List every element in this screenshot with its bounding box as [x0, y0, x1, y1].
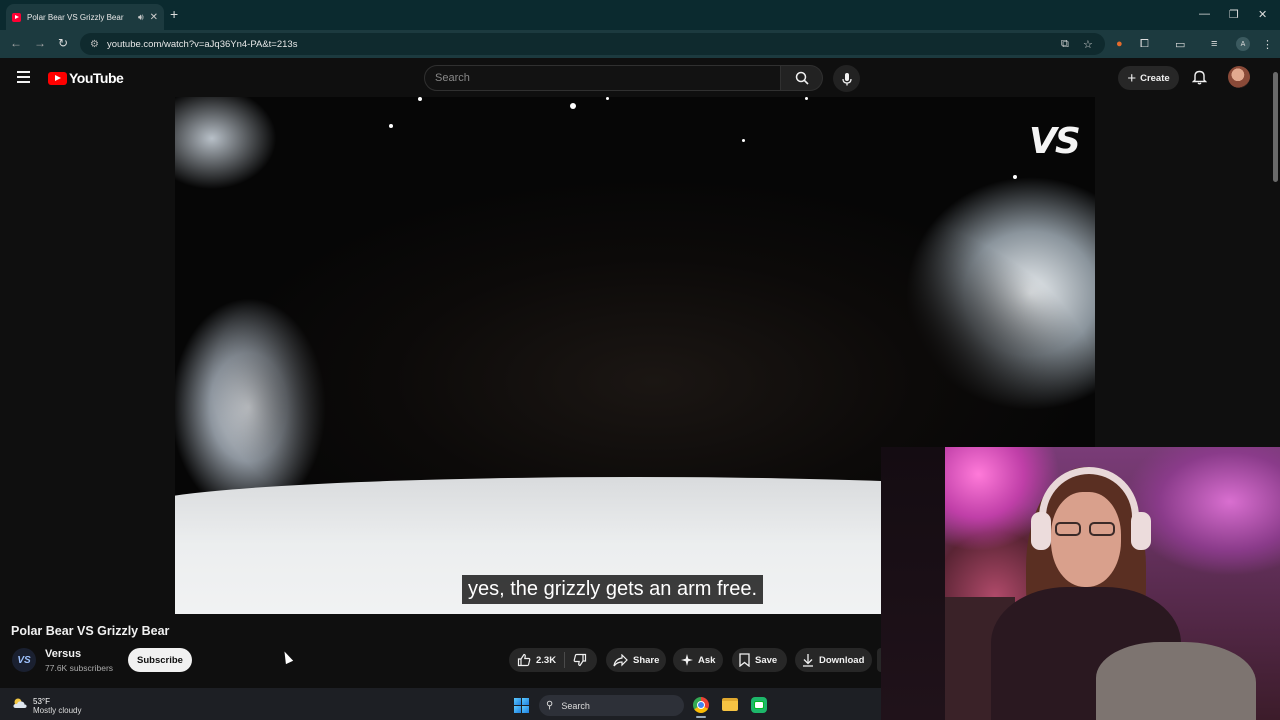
weather-description[interactable]: Mostly cloudy: [33, 706, 81, 715]
mouse-cursor-icon: [280, 649, 294, 665]
bookmark-star-icon[interactable]: ☆: [1083, 38, 1093, 51]
download-button[interactable]: Download: [795, 648, 872, 672]
youtube-header: YouTube Search + Create: [0, 58, 1280, 98]
save-label: Save: [755, 654, 778, 666]
create-label: Create: [1140, 72, 1170, 84]
taskbar-search[interactable]: ⚲ Search: [539, 695, 684, 716]
streaming-app-icon[interactable]: [751, 697, 767, 713]
profile-avatar[interactable]: A: [1236, 37, 1250, 51]
address-bar[interactable]: ⚙︎ youtube.com/watch?v=aJq36Yn4-PA&t=213…: [80, 33, 1105, 55]
video-caption: yes, the grizzly gets an arm free.: [462, 575, 764, 604]
snowflake: [606, 97, 609, 100]
browser-tab[interactable]: Polar Bear VS Grizzly Bear 🔊︎ ✕: [6, 4, 164, 30]
like-dislike-group: 2.3K: [509, 648, 597, 672]
browser-toolbar: ← → ↻ ⚙︎ youtube.com/watch?v=aJq36Yn4-PA…: [0, 30, 1280, 58]
ask-label: Ask: [698, 654, 716, 666]
tab-audio-icon[interactable]: 🔊︎: [138, 12, 144, 23]
minimize-icon[interactable]: —: [1199, 8, 1210, 20]
back-icon[interactable]: ←: [10, 36, 22, 50]
secondary-column: [1095, 97, 1270, 447]
site-info-icon[interactable]: ⚙︎: [90, 39, 99, 50]
subscriber-count: 77.6K subscribers: [45, 663, 114, 673]
chrome-menu-icon[interactable]: ⋮: [1262, 38, 1273, 51]
media-controls-icon[interactable]: ≡: [1211, 38, 1217, 50]
snowflake: [805, 97, 808, 100]
snowflake: [389, 124, 393, 128]
close-window-icon[interactable]: ✕: [1258, 8, 1267, 21]
streamer-webcam: [881, 447, 1280, 720]
new-tab-icon[interactable]: +: [170, 6, 178, 22]
voice-search-button[interactable]: [833, 65, 860, 92]
thumbs-down-icon[interactable]: [573, 653, 587, 667]
bookmark-icon: [739, 653, 750, 667]
tab-close-icon[interactable]: ✕: [150, 12, 158, 23]
tab-title: Polar Bear VS Grizzly Bear: [27, 12, 124, 22]
snowflake: [742, 139, 745, 142]
microphone-icon: [841, 72, 852, 85]
share-icon: [613, 653, 628, 666]
youtube-favicon-icon: [12, 12, 21, 22]
windows-taskbar: [0, 688, 881, 720]
youtube-logo-text: YouTube: [69, 70, 124, 86]
weather-temperature[interactable]: 53°F: [33, 697, 50, 706]
scrollbar-thumb[interactable]: [1273, 72, 1278, 182]
channel-avatar[interactable]: VS: [12, 648, 36, 672]
share-label: Share: [633, 654, 660, 666]
account-avatar[interactable]: [1228, 66, 1250, 88]
plus-icon: +: [1127, 69, 1137, 87]
menu-icon[interactable]: [17, 71, 30, 83]
forward-icon[interactable]: →: [34, 36, 46, 50]
snowflake: [570, 103, 576, 109]
extensions-puzzle-icon[interactable]: ⧠: [1140, 38, 1149, 51]
search-button[interactable]: [781, 65, 823, 91]
cloudy-weather-icon[interactable]: [12, 697, 28, 709]
sparkle-icon: [681, 654, 693, 666]
side-panel-icon[interactable]: ▭: [1175, 38, 1185, 51]
create-button[interactable]: + Create: [1118, 66, 1179, 90]
browser-tab-strip: Polar Bear VS Grizzly Bear 🔊︎ ✕ + — ❐ ✕: [0, 0, 1280, 30]
search-input[interactable]: Search: [424, 65, 781, 91]
download-icon: [803, 654, 813, 667]
file-explorer-icon[interactable]: [722, 698, 738, 711]
youtube-logo[interactable]: YouTube: [48, 70, 124, 86]
subscribe-button[interactable]: Subscribe: [128, 648, 192, 672]
channel-name[interactable]: Versus: [45, 648, 81, 660]
chrome-taskbar-icon[interactable]: [693, 697, 709, 713]
notifications-bell-icon[interactable]: [1192, 69, 1207, 85]
video-title: Polar Bear VS Grizzly Bear: [11, 624, 170, 638]
extension-icon[interactable]: ●: [1116, 38, 1123, 50]
search-icon: [795, 71, 809, 85]
versus-channel-watermark: VS: [1029, 121, 1081, 162]
youtube-play-icon: [48, 71, 67, 85]
install-app-icon[interactable]: ⧉: [1061, 38, 1069, 51]
ask-button[interactable]: Ask: [673, 648, 723, 672]
url-text: youtube.com/watch?v=aJq36Yn4-PA&t=213s: [106, 38, 298, 50]
share-button[interactable]: Share: [606, 648, 666, 672]
reload-icon[interactable]: ↻: [58, 36, 68, 50]
windows-start-icon[interactable]: [514, 698, 529, 713]
like-count[interactable]: 2.3K: [536, 655, 556, 666]
download-label: Download: [819, 654, 865, 666]
active-app-indicator: [696, 716, 706, 718]
save-button[interactable]: Save: [732, 648, 787, 672]
snowflake: [1013, 175, 1017, 179]
restore-icon[interactable]: ❐: [1229, 8, 1239, 21]
search-icon: ⚲: [546, 700, 554, 711]
snowflake: [418, 97, 422, 101]
taskbar-search-label: Search: [561, 700, 590, 711]
thumbs-up-icon[interactable]: [517, 653, 531, 667]
